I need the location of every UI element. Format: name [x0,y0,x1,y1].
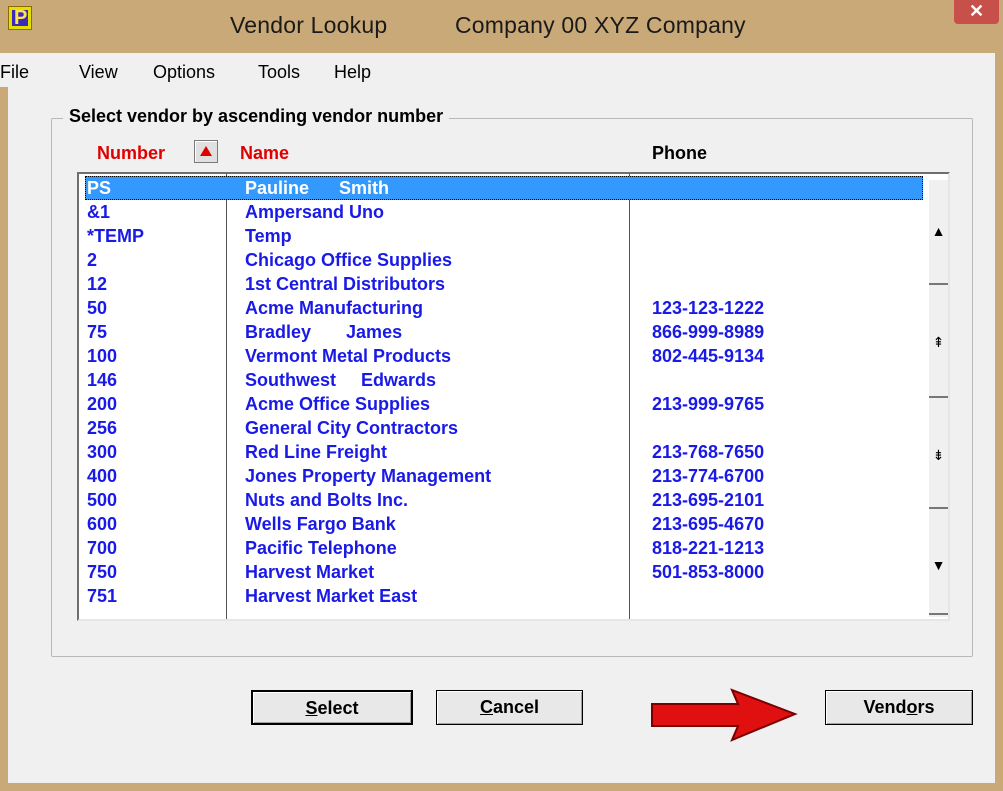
vendor-name: Vermont Metal Products [245,346,452,366]
vendor-row[interactable]: 100 Vermont Metal Products 802-445-9134 [85,344,923,368]
vendor-row[interactable]: PS Pauline Smith [85,176,923,200]
vendor-row[interactable]: &1 Ampersand Uno [85,200,923,224]
vendor-name: Wells Fargo Bank [245,514,396,534]
vendor-number: 400 [87,466,118,486]
vendor-name: Bradley James [245,322,403,342]
vendor-name: Temp [245,226,292,246]
vendor-name: Harvest Market [245,562,375,582]
vendor-name: Southwest Edwards [245,370,437,390]
menu-options[interactable]: Options [153,62,215,83]
vendor-number: 600 [87,514,118,534]
vendor-row[interactable]: 146 Southwest Edwards [85,368,923,392]
menu-help[interactable]: Help [334,62,371,83]
vendor-number: 12 [87,274,108,294]
vendor-number: PS [87,178,112,198]
title-right: Company 00 XYZ Company [455,12,746,38]
vendor-row[interactable]: 12 1st Central Distributors [85,272,923,296]
sort-ascending-icon[interactable] [194,140,218,163]
vendor-name: Nuts and Bolts Inc. [245,490,409,510]
menu-tools[interactable]: Tools [258,62,300,83]
page-up-icon[interactable]: ⇞ [929,335,948,349]
vendor-number: 75 [87,322,108,342]
vendor-name: Pacific Telephone [245,538,397,558]
menu-view[interactable]: View [79,62,118,83]
title-bar[interactable]: P Vendor Lookup Company 00 XYZ Company ✕ [0,0,1003,52]
select-button[interactable]: Select [251,690,413,725]
vendor-name: 1st Central Distributors [245,274,446,294]
vendor-name: Ampersand Uno [245,202,385,222]
vendor-row[interactable]: 256 General City Contractors [85,416,923,440]
vendor-number: 146 [87,370,118,390]
vendor-name: Acme Office Supplies [245,394,431,414]
vendor-phone: 501-853-8000 [652,562,765,582]
vendor-number: 300 [87,442,118,462]
scroll-divider [929,507,948,509]
title-left: Vendor Lookup [230,12,388,38]
menu-bar: File View Options Tools Help [0,53,995,87]
vendor-name: Red Line Freight [245,442,388,462]
vendor-phone: 213-774-6700 [652,466,765,486]
scroll-up-icon[interactable]: ▲ [929,224,948,238]
vendor-phone: 866-999-8989 [652,322,765,342]
vendor-number: 200 [87,394,118,414]
vendor-lookup-window: P Vendor Lookup Company 00 XYZ Company ✕… [0,0,1003,791]
vertical-scrollbar[interactable]: ▲ ⇞ ⇟ ▼ [929,180,948,617]
vendor-row[interactable]: 400 Jones Property Management 213-774-6700 [85,464,923,488]
vendor-name: Acme Manufacturing [245,298,424,318]
vendor-row[interactable]: 751 Harvest Market East [85,584,923,608]
vendor-number: 2 [87,250,98,270]
red-arrow-icon [651,688,798,742]
vendor-phone: 213-768-7650 [652,442,765,462]
page-down-icon[interactable]: ⇟ [929,448,948,462]
vendor-phone: 213-695-4670 [652,514,765,534]
vendor-row[interactable]: 200 Acme Office Supplies 213-999-9765 [85,392,923,416]
vendor-number: 100 [87,346,118,366]
vendor-name: Chicago Office Supplies [245,250,453,270]
vendor-number: 50 [87,298,108,318]
column-header-phone: Phone [652,143,708,163]
menu-file[interactable]: File [0,62,29,83]
vendor-number: 256 [87,418,118,438]
vendor-row[interactable]: *TEMP Temp [85,224,923,248]
vendor-name: Jones Property Management [245,466,492,486]
vendors-button[interactable]: Vendors [825,690,973,725]
close-button[interactable]: ✕ [954,0,999,24]
vendor-name: Pauline Smith [245,178,390,198]
cancel-button[interactable]: Cancel [436,690,583,725]
scroll-divider [929,613,948,615]
vendor-list[interactable]: PS Pauline Smith &1 Ampersand Uno *TEMP Temp 2… [77,172,950,621]
vendor-name: General City Contractors [245,418,459,438]
vendor-row[interactable]: 75 Bradley James 866-999-8989 [85,320,923,344]
vendor-phone: 802-445-9134 [652,346,765,366]
app-logo-icon: P [8,6,32,30]
vendor-number: 700 [87,538,118,558]
vendor-row[interactable]: 750 Harvest Market 501-853-8000 [85,560,923,584]
scroll-divider [929,396,948,398]
vendor-phone: 213-999-9765 [652,394,765,414]
vendor-row[interactable]: 600 Wells Fargo Bank 213-695-4670 [85,512,923,536]
vendor-phone: 123-123-1222 [652,298,765,318]
vendor-name: Harvest Market East [245,586,418,606]
vendor-number: 750 [87,562,118,582]
vendor-phone: 818-221-1213 [652,538,765,558]
vendor-row[interactable]: 2 Chicago Office Supplies [85,248,923,272]
column-header-name[interactable]: Name [240,143,289,164]
vendor-number: 751 [87,586,118,606]
group-title: Select vendor by ascending vendor number [63,106,450,127]
vendor-number: &1 [87,202,111,222]
vendor-row[interactable]: 300 Red Line Freight 213-768-7650 [85,440,923,464]
vendor-number: *TEMP [87,226,145,246]
vendor-row[interactable]: 700 Pacific Telephone 818-221-1213 [85,536,923,560]
column-header-number[interactable]: Number [97,143,165,164]
vendor-row[interactable]: 500 Nuts and Bolts Inc. 213-695-2101 [85,488,923,512]
vendor-phone: 213-695-2101 [652,490,765,510]
vendor-number: 500 [87,490,118,510]
scroll-divider [929,283,948,285]
vendor-row[interactable]: 50 Acme Manufacturing 123-123-1222 [85,296,923,320]
scroll-down-icon[interactable]: ▼ [929,558,948,572]
arrow-shape [651,688,798,742]
